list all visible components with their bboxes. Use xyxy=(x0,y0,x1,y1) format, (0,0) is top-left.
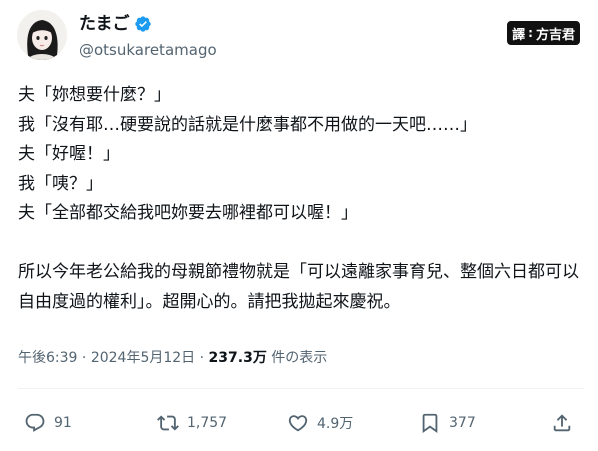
heart-icon xyxy=(288,415,308,432)
view-count: 237.3万 xyxy=(208,350,267,366)
divider xyxy=(18,388,584,389)
like-count: 4.9万 xyxy=(317,416,354,432)
share-button[interactable] xyxy=(551,405,573,441)
avatar-portrait xyxy=(17,10,67,60)
bookmark-count: 377 xyxy=(449,415,476,431)
author-handle[interactable]: @otsukaretamago xyxy=(79,40,217,60)
reply-icon xyxy=(25,413,45,432)
translator-badge-name: 方吉君 xyxy=(535,27,575,43)
display-name[interactable]: たまご xyxy=(79,13,152,35)
tweet-time[interactable]: 午後6:39 xyxy=(18,350,77,366)
translator-badge-separator: : xyxy=(528,26,533,40)
tweet-meta: 午後6:39 · 2024年5月12日 · 237.3万 件の表示 xyxy=(18,348,327,368)
view-label: 件の表示 xyxy=(266,350,328,366)
retweet-button[interactable]: 1,757 xyxy=(157,405,227,441)
reply-button[interactable]: 91 xyxy=(24,405,72,441)
tweet-text: 夫「妳想要什麼？」 我「沒有耶…硬要說的話就是什麼事都不用做的一天吧……」 夫「… xyxy=(18,85,579,312)
meta-separator: · xyxy=(77,350,91,366)
share-icon xyxy=(553,414,571,432)
meta-separator: · xyxy=(195,350,209,366)
reply-count: 91 xyxy=(54,415,72,431)
translator-badge-label: 譯 xyxy=(512,27,526,43)
display-name-text: たまご xyxy=(79,14,130,34)
avatar[interactable] xyxy=(17,10,67,60)
tweet-date[interactable]: 2024年5月12日 xyxy=(91,350,195,366)
bookmark-button[interactable]: 377 xyxy=(419,405,476,441)
verified-badge-icon xyxy=(134,16,151,32)
like-button[interactable]: 4.9万 xyxy=(287,405,353,441)
retweet-icon xyxy=(157,415,179,431)
translator-badge: 譯 : 方吉君 xyxy=(507,21,580,45)
tweet-card: たまご @otsukaretamago 譯 : 方吉君 夫「妳想要什麼？」 我「… xyxy=(0,0,598,451)
retweet-count: 1,757 xyxy=(187,415,228,431)
action-bar: 91 1,757 4.9万 377 xyxy=(0,405,598,441)
bookmark-icon xyxy=(422,413,438,434)
